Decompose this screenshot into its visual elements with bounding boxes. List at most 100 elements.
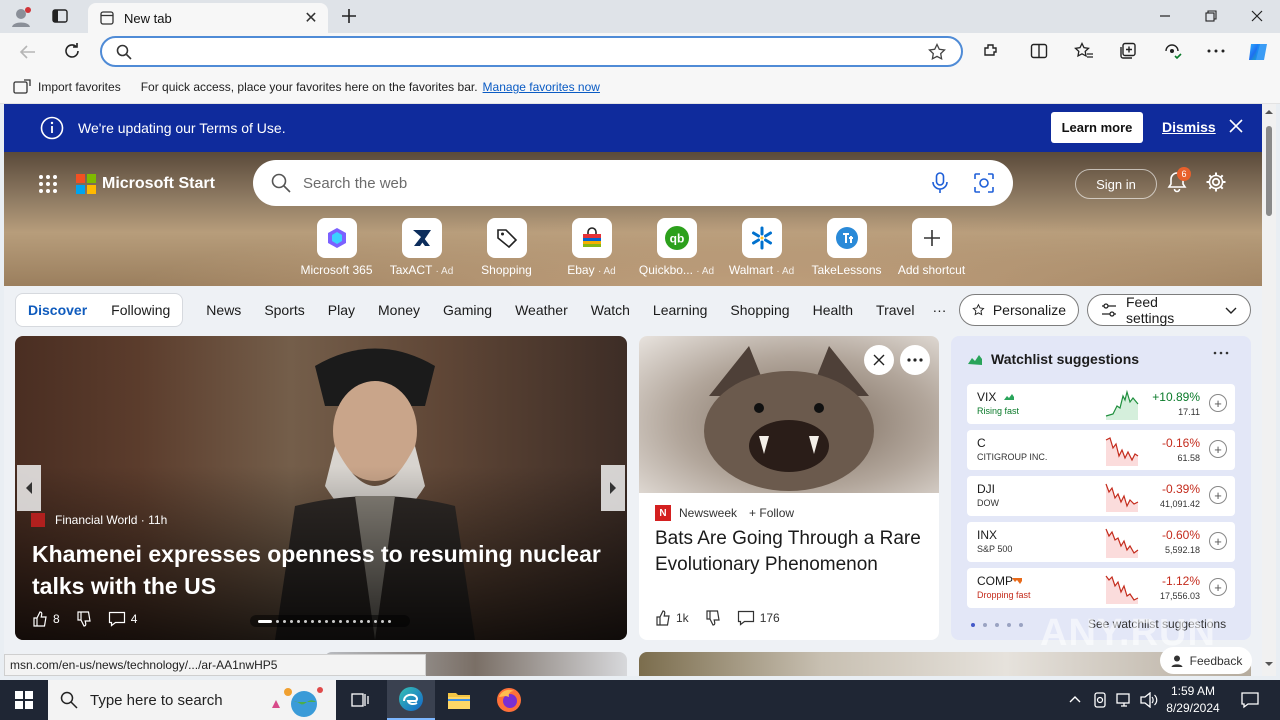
nav-travel[interactable]: Travel (876, 302, 914, 318)
scrollbar-thumb[interactable] (1266, 126, 1272, 216)
watchlist-row[interactable]: COMP Dropping fast -1.12% 17,556.03 + (967, 568, 1235, 608)
like-button[interactable]: 1k (655, 610, 689, 626)
tab-discover[interactable]: Discover (16, 302, 99, 318)
watchlist-row[interactable]: VIX Rising fast +10.89% 17.11 + (967, 384, 1235, 424)
page-scrollbar[interactable] (1262, 104, 1276, 676)
like-button[interactable]: 8 (32, 611, 60, 627)
comments-button[interactable]: 4 (108, 611, 137, 627)
shortcut-shopping[interactable]: Shopping (464, 218, 549, 277)
taskbar-clock[interactable]: 1:59 AM 8/29/2024 (1160, 683, 1226, 717)
feedback-button[interactable]: Feedback (1160, 647, 1252, 674)
shortcut-walmart[interactable]: Walmart · Ad (719, 218, 804, 277)
add-to-watchlist-button[interactable]: + (1209, 486, 1227, 504)
tab-actions-icon[interactable] (52, 8, 68, 24)
comments-button[interactable]: 176 (737, 610, 780, 626)
microphone-icon[interactable] (931, 172, 949, 194)
close-tab-icon[interactable]: ✕ (298, 5, 324, 31)
story-source-label[interactable]: Newsweek (679, 506, 737, 520)
notifications-bell-icon[interactable]: 6 (1166, 167, 1191, 193)
shortcut-label: Walmart (728, 263, 774, 277)
start-button[interactable] (0, 680, 48, 720)
nav-play[interactable]: Play (328, 302, 355, 318)
taskbar-edge-button[interactable] (387, 680, 435, 720)
minimize-button[interactable] (1142, 0, 1188, 32)
close-window-button[interactable] (1234, 0, 1280, 32)
back-icon[interactable] (18, 42, 38, 62)
carousel-prev-button[interactable] (17, 465, 41, 511)
bat-story-card[interactable]: N Newsweek + Follow Bats Are Going Throu… (639, 336, 939, 640)
tab-following[interactable]: Following (99, 302, 182, 318)
add-to-watchlist-button[interactable]: + (1209, 394, 1227, 412)
extensions-icon[interactable] (982, 42, 1000, 60)
nav-learning[interactable]: Learning (653, 302, 708, 318)
dislike-button[interactable] (76, 611, 92, 627)
add-to-watchlist-button[interactable]: + (1209, 532, 1227, 550)
shortcut-add[interactable]: Add shortcut (889, 218, 974, 277)
close-banner-icon[interactable] (1228, 118, 1244, 134)
shortcut-quickbooks[interactable]: qb Quickbo... · Ad (634, 218, 719, 277)
manage-favorites-link[interactable]: Manage favorites now (483, 80, 600, 94)
nav-more-button[interactable]: ··· (932, 302, 946, 318)
restore-button[interactable] (1188, 0, 1234, 32)
nav-sports[interactable]: Sports (264, 302, 304, 318)
collections-icon[interactable] (1119, 42, 1137, 60)
nav-health[interactable]: Health (813, 302, 853, 318)
taskbar-file-explorer-button[interactable] (435, 680, 483, 720)
watchlist-more-icon[interactable] (1213, 350, 1229, 356)
import-favorites-button[interactable]: Import favorites (13, 79, 121, 95)
split-screen-icon[interactable] (1030, 42, 1048, 60)
notification-center-button[interactable] (1226, 680, 1274, 720)
watchlist-row[interactable]: INX S&P 500 -0.60% 5,592.18 + (967, 522, 1235, 562)
story-more-options-icon[interactable] (900, 345, 930, 375)
feed-settings-button[interactable]: Feed settings (1087, 294, 1251, 326)
add-to-watchlist-button[interactable]: + (1209, 440, 1227, 458)
copilot-icon[interactable] (1245, 39, 1271, 65)
nav-gaming[interactable]: Gaming (443, 302, 492, 318)
settings-gear-icon[interactable] (1205, 171, 1227, 193)
story-headline[interactable]: Khamenei expresses openness to resuming … (32, 538, 612, 602)
tab-new-tab[interactable]: New tab ✕ (88, 3, 328, 33)
taskbar-search-box[interactable]: Type here to search (48, 680, 336, 720)
shortcut-takelessons[interactable]: TakeLessons (804, 218, 889, 277)
taskbar-firefox-button[interactable] (485, 680, 533, 720)
story-headline[interactable]: Bats Are Going Through a Rare Evolutiona… (655, 526, 925, 578)
nav-news[interactable]: News (206, 302, 241, 318)
new-tab-button[interactable] (339, 6, 359, 26)
dislike-button[interactable] (705, 610, 721, 626)
task-view-button[interactable] (336, 680, 384, 720)
nav-watch[interactable]: Watch (591, 302, 630, 318)
profile-icon[interactable] (10, 6, 32, 28)
add-to-watchlist-button[interactable]: + (1209, 578, 1227, 596)
nav-shopping[interactable]: Shopping (730, 302, 789, 318)
personalize-button[interactable]: Personalize (959, 294, 1079, 326)
more-menu-icon[interactable] (1206, 43, 1226, 59)
story-source[interactable]: Financial World · 11h (31, 513, 167, 527)
nav-money[interactable]: Money (378, 302, 420, 318)
watchlist-pager[interactable] (971, 623, 1031, 627)
main-story-card[interactable]: Financial World · 11h Khamenei expresses… (15, 336, 627, 640)
favorites-icon[interactable] (1074, 42, 1094, 60)
watchlist-row[interactable]: C CITIGROUP INC. -0.16% 61.58 + (967, 430, 1235, 470)
dismiss-link[interactable]: Dismiss (1162, 119, 1216, 135)
carousel-pager[interactable] (250, 615, 410, 627)
brand-name[interactable]: Microsoft Start (102, 175, 215, 193)
learn-more-button[interactable]: Learn more (1051, 112, 1143, 143)
folder-icon (448, 693, 470, 709)
refresh-icon[interactable] (62, 41, 82, 61)
shortcut-taxact[interactable]: TaxACT · Ad (379, 218, 464, 277)
visual-search-icon[interactable] (973, 172, 995, 194)
next-card-image[interactable] (639, 652, 1251, 676)
sign-in-button[interactable]: Sign in (1075, 169, 1157, 199)
watchlist-row[interactable]: DJI DOW -0.39% 41,091.42 + (967, 476, 1235, 516)
web-search-box[interactable]: Search the web (253, 160, 1013, 206)
favorite-star-icon[interactable] (928, 43, 946, 61)
performance-icon[interactable] (1163, 42, 1183, 60)
shortcut-ebay[interactable]: Ebay · Ad (549, 218, 634, 277)
nav-weather[interactable]: Weather (515, 302, 568, 318)
hide-story-button[interactable] (864, 345, 894, 375)
follow-button[interactable]: + Follow (749, 506, 794, 520)
carousel-next-button[interactable] (601, 465, 625, 511)
shortcut-microsoft-365[interactable]: Microsoft 365 (294, 218, 379, 277)
apps-grid-icon[interactable] (38, 174, 58, 194)
address-input[interactable] (100, 36, 963, 67)
